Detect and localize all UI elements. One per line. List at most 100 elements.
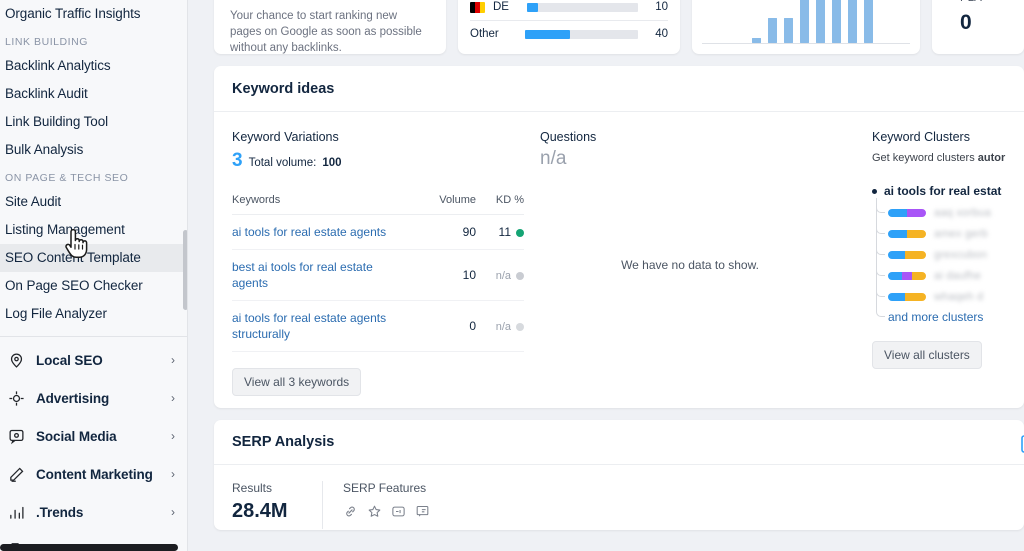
export-device-icon[interactable] [1020, 434, 1024, 454]
cluster-item[interactable]: aaq xorbua [874, 202, 1006, 223]
serp-results-label: Results [232, 481, 273, 495]
sidebar-group-trends[interactable]: .Trends › [0, 493, 187, 531]
sidebar-item-log-file-analyzer[interactable]: Log File Analyzer [0, 300, 187, 328]
serp-features-block: SERP Features [343, 481, 430, 524]
cluster-item[interactable]: amex gerb [874, 223, 1006, 244]
bar [784, 18, 793, 43]
review-box-icon[interactable] [415, 504, 430, 524]
star-icon[interactable] [367, 504, 382, 524]
keyword-ideas-body: Keyword Variations 3 Total volume: 100 K… [214, 112, 1024, 396]
chevron-right-icon: › [171, 429, 175, 443]
promo-card: Your chance to start ranking new pages o… [214, 0, 446, 54]
cluster-root-row: ai tools for real estat [872, 184, 1006, 198]
and-more-clusters-link[interactable]: and more clusters [874, 305, 1006, 327]
sidebar-group-content-marketing[interactable]: Content Marketing › [0, 455, 187, 493]
total-volume-value: 100 [322, 157, 342, 169]
sidebar-horizontal-scrollbar[interactable] [0, 544, 178, 551]
country-code: Other [470, 28, 499, 40]
keyword-cell: best ai tools for real estate agents [232, 249, 424, 301]
serp-analysis-body: Results 28.4M SERP Features [214, 465, 1024, 529]
table-row[interactable]: best ai tools for real estate agents 10 … [232, 249, 524, 301]
questions-empty-message: We have no data to show. [621, 258, 759, 272]
keyword-variations-column: Keyword Variations 3 Total volume: 100 K… [232, 130, 524, 396]
clusters-subtitle-text: Get keyword clusters [872, 152, 978, 164]
bar [832, 0, 841, 43]
cluster-label: grexcubon [934, 248, 988, 261]
sidebar-group-social-media[interactable]: Social Media › [0, 417, 187, 455]
volume-cell: 10 [424, 249, 476, 301]
serp-features-icons [343, 504, 430, 524]
country-value: 40 [655, 28, 668, 40]
sidebar-group-advertising[interactable]: Advertising › [0, 379, 187, 417]
sidebar-group-label: Content Marketing [36, 466, 153, 482]
sidebar-item-link-building-tool[interactable]: Link Building Tool [0, 108, 187, 136]
top-cards-row: Your chance to start ranking new pages o… [214, 0, 1024, 54]
cluster-label: amex gerb [934, 227, 988, 240]
link-icon[interactable] [343, 504, 358, 524]
table-row[interactable]: ai tools for real estate agents structur… [232, 300, 524, 352]
sidebar-item-on-page-seo-checker[interactable]: On Page SEO Checker [0, 272, 187, 300]
sidebar-item-site-audit[interactable]: Site Audit [0, 188, 187, 216]
sidebar-group-local-seo[interactable]: Local SEO › [0, 341, 187, 379]
sidebar-item-bulk-analysis[interactable]: Bulk Analysis [0, 136, 187, 164]
kd-cell: 11 [476, 214, 524, 250]
view-all-clusters-button[interactable]: View all clusters [872, 341, 982, 369]
chevron-right-icon: › [171, 467, 175, 481]
country-value: 10 [655, 1, 668, 13]
view-all-keywords-button[interactable]: View all 3 keywords [232, 368, 362, 396]
keyword-link[interactable]: ai tools for real estate agents [232, 224, 424, 240]
cluster-item[interactable]: grexcubon [874, 244, 1006, 265]
pencil-icon [6, 464, 26, 484]
sidebar-item-organic-traffic-insights[interactable]: Organic Traffic Insights [0, 0, 187, 28]
cluster-color-pill [888, 292, 926, 301]
sidebar-group-label: Social Media [36, 428, 117, 444]
main-content: Your chance to start ranking new pages o… [188, 0, 1024, 551]
serp-analysis-header: SERP Analysis [214, 420, 1024, 465]
flag-de-icon [470, 1, 485, 13]
clusters-subtitle-bold: autor [977, 152, 1006, 164]
cluster-item[interactable]: whaqeh d [874, 286, 1006, 307]
table-row[interactable]: ai tools for real estate agents 90 11 [232, 214, 524, 250]
target-icon [6, 388, 26, 408]
kd-status-dot [516, 322, 524, 331]
left-sidebar: Organic Traffic Insights LINK BUILDING B… [0, 0, 188, 551]
country-row-other: Other 40 [470, 23, 668, 45]
keyword-link[interactable]: best ai tools for real estate agents [232, 259, 424, 291]
keyword-ideas-title: Keyword ideas [232, 81, 335, 97]
total-volume-label: Total volume: [248, 157, 317, 169]
trend-bar-chart-card [692, 0, 920, 54]
cluster-color-pill [888, 229, 926, 238]
cluster-label: aaq xorbua [934, 206, 992, 219]
volume-cell: 90 [424, 214, 476, 250]
tree-elbow-icon [876, 223, 885, 234]
image-box-icon[interactable] [391, 504, 406, 524]
keyword-variations-summary: 3 Total volume: 100 [232, 150, 524, 172]
sidebar-item-seo-content-template[interactable]: SEO Content Template [0, 244, 187, 272]
bar [768, 18, 777, 43]
tree-elbow-icon [876, 202, 885, 213]
sidebar-item-backlink-analytics[interactable]: Backlink Analytics [0, 52, 187, 80]
keyword-ideas-header: Keyword ideas [214, 66, 1024, 112]
kd-status-dot [516, 271, 524, 280]
tree-elbow-icon [876, 244, 885, 255]
kd-cell: n/a [476, 249, 524, 301]
sidebar-item-listing-management[interactable]: Listing Management [0, 216, 187, 244]
country-distribution-card: BE 10 DE 10 Other 40 [458, 0, 680, 54]
bar [800, 0, 809, 43]
sidebar-item-backlink-audit[interactable]: Backlink Audit [0, 80, 187, 108]
app-root: Organic Traffic Insights LINK BUILDING B… [0, 0, 1024, 551]
keyword-link[interactable]: ai tools for real estate agents structur… [232, 310, 424, 342]
country-bar-track [525, 29, 638, 39]
chevron-right-icon: › [171, 353, 175, 367]
sidebar-section-on-page-tech-seo: ON PAGE & TECH SEO [5, 172, 129, 184]
keyword-clusters-subtitle: Get keyword clusters autor [872, 152, 1006, 164]
questions-column: Questions n/a We have no data to show. [524, 130, 856, 396]
table-header-row: Keywords Volume KD % [232, 194, 524, 215]
country-bar-track [527, 2, 638, 12]
and-more-clusters-label: and more clusters [888, 310, 984, 324]
cluster-item[interactable]: ai daufhe [874, 265, 1006, 286]
keyword-ideas-card: Keyword ideas Keyword Variations 3 Total… [214, 66, 1024, 408]
kd-value: n/a [495, 270, 511, 282]
kd-value: n/a [495, 321, 511, 333]
sidebar-group-label: Advertising [36, 390, 110, 406]
